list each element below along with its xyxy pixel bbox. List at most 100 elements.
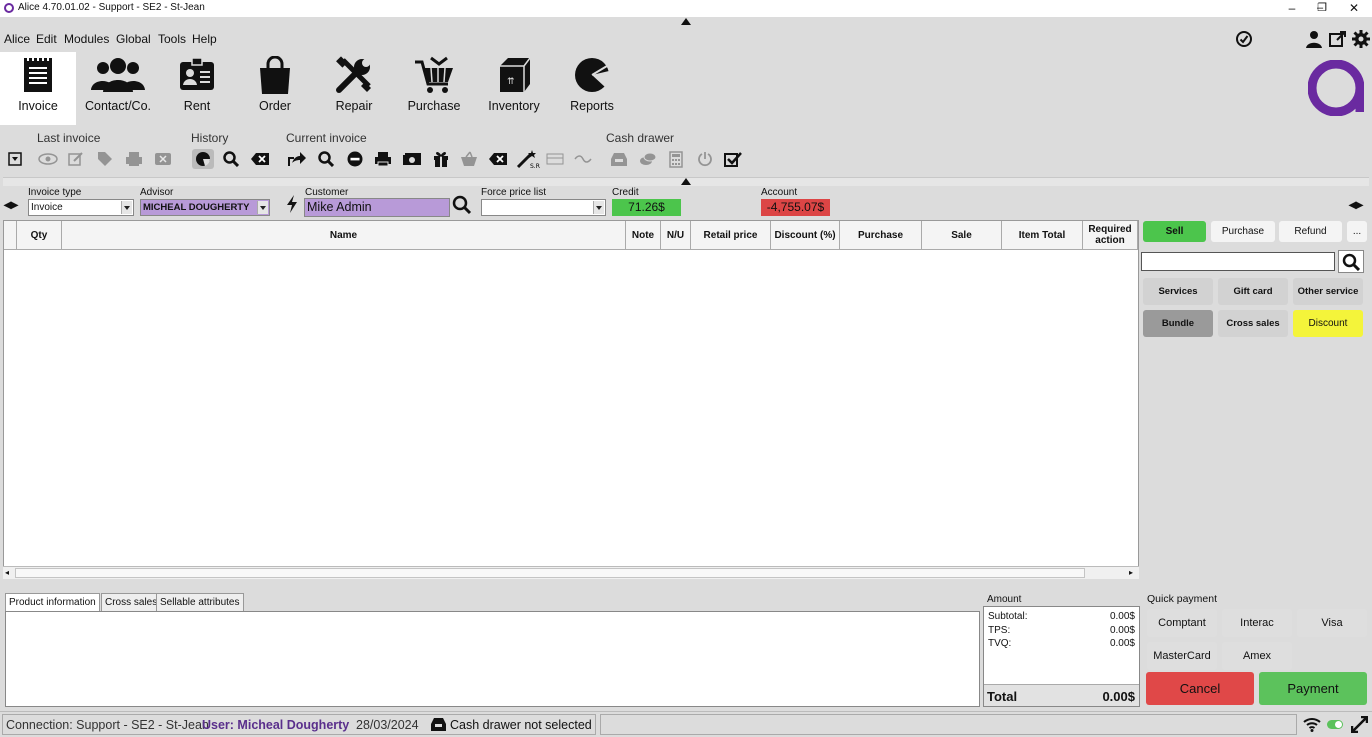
panel-toggle-arrows-icon[interactable]: ◂▸ bbox=[1349, 196, 1363, 213]
drawer-tray-icon[interactable] bbox=[609, 150, 629, 168]
column-header-purchase[interactable]: Purchase bbox=[840, 221, 922, 250]
module-rent[interactable]: Rent bbox=[160, 52, 234, 125]
power-icon[interactable] bbox=[695, 150, 715, 168]
history-clear-icon[interactable] bbox=[250, 150, 270, 168]
pay-interac-button[interactable]: Interac bbox=[1222, 609, 1292, 637]
product-search-input[interactable] bbox=[1141, 252, 1335, 271]
column-header-required-action[interactable]: Required action bbox=[1083, 221, 1138, 250]
menu-alice[interactable]: Alice bbox=[4, 32, 30, 46]
history-search-icon[interactable] bbox=[221, 150, 241, 168]
customer-input[interactable]: Mike Admin bbox=[304, 198, 450, 217]
column-header-qty[interactable]: Qty bbox=[17, 221, 62, 250]
cancel-invoice-icon[interactable] bbox=[153, 150, 173, 168]
gear-icon[interactable] bbox=[1352, 30, 1370, 51]
total-label: Total bbox=[987, 689, 1018, 704]
column-header-item-total[interactable]: Item Total bbox=[1002, 221, 1083, 250]
module-inventory[interactable]: ⇈ Inventory bbox=[476, 52, 552, 125]
module-reports[interactable]: Reports bbox=[554, 52, 630, 125]
menu-help[interactable]: Help bbox=[192, 32, 217, 46]
refund-mode-button[interactable]: Refund bbox=[1279, 221, 1342, 242]
customer-search-icon[interactable] bbox=[452, 195, 472, 218]
calculator-icon[interactable] bbox=[666, 150, 686, 168]
pay-amex-button[interactable]: Amex bbox=[1222, 642, 1292, 670]
column-header-retail-price[interactable]: Retail price bbox=[691, 221, 771, 250]
column-header-nu[interactable]: N/U bbox=[661, 221, 691, 250]
pay-visa-button[interactable]: Visa bbox=[1297, 609, 1367, 637]
sell-mode-button[interactable]: Sell bbox=[1143, 221, 1206, 242]
invoice-type-label: Invoice type bbox=[28, 187, 82, 198]
basket-icon[interactable] bbox=[459, 150, 479, 168]
user-icon[interactable] bbox=[1305, 30, 1323, 51]
external-link-icon[interactable] bbox=[1329, 30, 1347, 51]
amount-panel: Subtotal: 0.00$ TPS: 0.00$ TVQ: 0.00$ Total… bbox=[983, 606, 1140, 707]
purchase-mode-button[interactable]: Purchase bbox=[1211, 221, 1275, 242]
collapse-toolbar-arrow-icon[interactable] bbox=[681, 178, 691, 185]
invoice-type-select[interactable]: Invoice bbox=[28, 199, 134, 216]
checkbox-check-icon[interactable] bbox=[723, 150, 743, 168]
order-bag-icon bbox=[260, 56, 290, 94]
print-invoice-icon[interactable] bbox=[373, 150, 393, 168]
clock-check-icon[interactable] bbox=[1235, 30, 1253, 51]
remove-circle-icon[interactable] bbox=[345, 150, 365, 168]
module-purchase[interactable]: Purchase bbox=[396, 52, 472, 125]
column-header-note[interactable]: Note bbox=[626, 221, 661, 250]
card-reader-icon[interactable] bbox=[545, 150, 565, 168]
cross-sales-button[interactable]: Cross sales bbox=[1218, 310, 1288, 337]
cancel-button[interactable]: Cancel bbox=[1146, 672, 1254, 705]
tag-icon[interactable] bbox=[95, 150, 115, 168]
module-order[interactable]: Order bbox=[238, 52, 312, 125]
column-header-sale[interactable]: Sale bbox=[922, 221, 1002, 250]
menu-modules[interactable]: Modules bbox=[64, 32, 109, 46]
maximize-button[interactable]: ❐ bbox=[1310, 1, 1334, 16]
menu-edit[interactable]: Edit bbox=[36, 32, 57, 46]
minimize-button[interactable]: – bbox=[1280, 1, 1304, 16]
scroll-right-icon[interactable]: ▸ bbox=[1129, 568, 1133, 577]
tab-product-information[interactable]: Product information bbox=[5, 593, 100, 611]
tab-sellable-attributes[interactable]: Sellable attributes bbox=[156, 593, 244, 611]
discount-button[interactable]: Discount bbox=[1293, 310, 1363, 337]
close-button[interactable]: ✕ bbox=[1342, 1, 1366, 16]
horizontal-scrollbar[interactable]: ◂ ▸ bbox=[3, 566, 1139, 579]
bundle-button[interactable]: Bundle bbox=[1143, 310, 1213, 337]
collapse-arrow-icon[interactable] bbox=[681, 18, 691, 25]
view-eye-icon[interactable] bbox=[38, 150, 58, 168]
column-header-discount[interactable]: Discount (%) bbox=[771, 221, 840, 250]
connection-toggle-icon[interactable] bbox=[1327, 720, 1343, 729]
product-search-icon[interactable] bbox=[1338, 250, 1364, 273]
total-value: 0.00$ bbox=[1102, 689, 1135, 704]
force-price-list-select[interactable] bbox=[481, 199, 606, 216]
fullscreen-icon[interactable] bbox=[1350, 715, 1369, 736]
gift-icon[interactable] bbox=[431, 150, 451, 168]
invoice-items-table[interactable]: Qty Name Note N/U Retail price Discount … bbox=[3, 220, 1139, 579]
search-invoice-icon[interactable] bbox=[316, 150, 336, 168]
print-icon[interactable] bbox=[124, 150, 144, 168]
tab-cross-sales[interactable]: Cross sales bbox=[101, 593, 162, 611]
services-button[interactable]: Services bbox=[1143, 278, 1213, 305]
payment-button[interactable]: Payment bbox=[1259, 672, 1367, 705]
menu-global[interactable]: Global bbox=[116, 32, 151, 46]
scrollbar-thumb[interactable] bbox=[15, 568, 1085, 578]
dropdown-toggle-icon[interactable] bbox=[5, 150, 25, 168]
advisor-select[interactable]: MICHEAL DOUGHERTY bbox=[140, 199, 270, 216]
money-icon[interactable] bbox=[402, 150, 422, 168]
prev-next-arrows-icon[interactable]: ◂▸ bbox=[4, 196, 18, 213]
edit-icon[interactable] bbox=[66, 150, 86, 168]
magic-wand-icon[interactable]: S.R bbox=[516, 150, 540, 169]
share-export-icon[interactable] bbox=[287, 150, 307, 168]
module-contacts[interactable]: Contact/Co. bbox=[80, 52, 156, 125]
history-pie-icon[interactable] bbox=[192, 149, 214, 169]
module-invoice[interactable]: Invoice bbox=[0, 52, 76, 125]
gift-card-button[interactable]: Gift card bbox=[1218, 278, 1288, 305]
link-icon[interactable] bbox=[573, 150, 593, 168]
pay-comptant-button[interactable]: Comptant bbox=[1147, 609, 1217, 637]
scroll-left-icon[interactable]: ◂ bbox=[5, 568, 9, 577]
other-service-button[interactable]: Other service bbox=[1293, 278, 1363, 305]
menu-tools[interactable]: Tools bbox=[158, 32, 186, 46]
module-repair[interactable]: Repair bbox=[316, 52, 392, 125]
pay-mastercard-button[interactable]: MasterCard bbox=[1147, 642, 1217, 670]
column-header-name[interactable]: Name bbox=[62, 221, 626, 250]
delete-line-icon[interactable] bbox=[488, 150, 508, 168]
more-options-button[interactable]: ... bbox=[1347, 221, 1367, 242]
lightning-icon[interactable] bbox=[286, 194, 298, 217]
coins-icon[interactable] bbox=[638, 150, 658, 168]
